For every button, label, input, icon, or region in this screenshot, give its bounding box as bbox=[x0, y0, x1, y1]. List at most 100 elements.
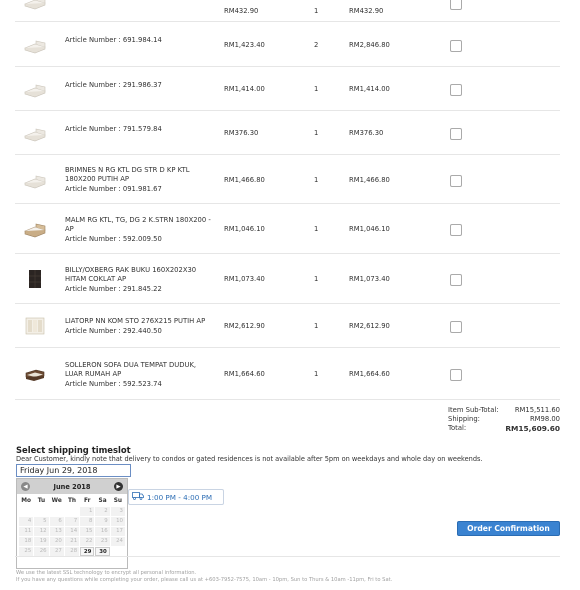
calendar-day: 13 bbox=[49, 527, 64, 536]
article-number: Article Number : 291.986.37 bbox=[65, 80, 162, 89]
article-number: Article Number : 791.579.84 bbox=[65, 124, 162, 133]
calendar-day: 9 bbox=[95, 517, 110, 526]
remove-item-checkbox[interactable] bbox=[450, 84, 462, 96]
line-total: RM432.90 bbox=[349, 7, 384, 15]
product-description: LIATORP NN KOM STO 276X215 PUTIH AP Artic… bbox=[65, 317, 220, 336]
product-thumbnail[interactable] bbox=[23, 0, 47, 11]
product-description: MALM RG KTL, TG, DG 2 K.STRN 180X200 - AP… bbox=[65, 216, 220, 244]
remove-item-checkbox[interactable] bbox=[450, 224, 462, 236]
calendar-empty-cell bbox=[65, 507, 79, 516]
cart-row: Article Number : 691.984.14 RM1,423.40 2 RM… bbox=[15, 22, 560, 67]
calendar-day: 8 bbox=[80, 517, 95, 526]
weekday-header: Mo bbox=[21, 498, 32, 504]
product-name-line: LUAR RUMAH AP bbox=[65, 369, 122, 378]
weekday-header: We bbox=[51, 498, 62, 504]
calendar-day: 1 bbox=[80, 507, 95, 516]
remove-item-checkbox[interactable] bbox=[450, 321, 462, 333]
order-summary: Item Sub-Total: RM15,511.60 Shipping: RM98… bbox=[448, 406, 560, 433]
unit-price: RM432.90 bbox=[224, 7, 259, 15]
quantity: 1 bbox=[314, 370, 319, 378]
total-label: Total: bbox=[448, 424, 467, 432]
quantity: 1 bbox=[314, 85, 319, 93]
product-description: SOLLERON SOFA DUA TEMPAT DUDUK, LUAR RUMA… bbox=[65, 361, 220, 389]
remove-item-checkbox[interactable] bbox=[450, 274, 462, 286]
product-thumbnail[interactable] bbox=[23, 79, 47, 99]
calendar-day: 14 bbox=[64, 527, 80, 536]
cart-row: BILLY/OXBERG RAK BUKU 160X202X30 HITAM CO… bbox=[15, 254, 560, 304]
quantity: 2 bbox=[314, 40, 319, 49]
calendar-empty-cell bbox=[111, 547, 125, 556]
calendar-day: 6 bbox=[49, 517, 64, 526]
product-description: BILLY/OXBERG RAK BUKU 160X202X30 HITAM CO… bbox=[65, 266, 220, 294]
line-total: RM1,073.40 bbox=[349, 275, 390, 283]
next-month-icon[interactable]: ▶ bbox=[114, 482, 123, 491]
line-total: RM376.30 bbox=[349, 129, 384, 137]
line-total: RM1,664.60 bbox=[349, 370, 390, 378]
footer-divider bbox=[15, 556, 560, 557]
calendar-day: 16 bbox=[95, 527, 110, 536]
calendar-day: 19 bbox=[34, 537, 49, 546]
product-thumbnail[interactable] bbox=[23, 170, 47, 190]
quantity: 1 bbox=[314, 7, 319, 15]
delivery-date-input[interactable]: Friday Jun 29, 2018 bbox=[16, 464, 131, 477]
unit-price: RM376.30 bbox=[224, 129, 259, 137]
order-confirmation-button[interactable]: Order Confirmation bbox=[457, 521, 560, 536]
remove-item-checkbox[interactable] bbox=[450, 174, 462, 187]
remove-item-checkbox[interactable] bbox=[450, 128, 462, 140]
line-total: RM1,414.00 bbox=[349, 85, 390, 93]
product-name-line: BILLY/OXBERG RAK BUKU 160X202X30 bbox=[65, 265, 197, 274]
calendar-day: 28 bbox=[64, 547, 80, 556]
quantity: 1 bbox=[314, 129, 319, 137]
calendar-grid: Mo Tu We Th Fr Sa Su 1 2 3 4 5 6 7 8 9 10 11 12 13 14 15 16 17 1… bbox=[17, 494, 127, 556]
product-description: BRIMNES N RG KTL DG STR D KP KTL 180X200 … bbox=[65, 166, 220, 194]
quantity: 1 bbox=[314, 275, 319, 283]
product-thumbnail[interactable] bbox=[23, 35, 47, 55]
unit-price: RM1,073.40 bbox=[224, 275, 265, 283]
line-total: RM2,846.80 bbox=[349, 40, 390, 49]
cart-row: Article Number : 791.579.84 RM376.30 1 RM37… bbox=[15, 111, 560, 155]
unit-price: RM1,466.80 bbox=[224, 175, 265, 184]
weekday-header: Su bbox=[113, 498, 122, 504]
quantity: 1 bbox=[314, 175, 319, 184]
calendar-day: 3 bbox=[110, 507, 125, 516]
unit-price: RM1,046.10 bbox=[224, 225, 265, 233]
calendar-day[interactable]: 30 bbox=[95, 547, 110, 556]
product-name-line: LIATORP NN KOM STO 276X215 PUTIH AP bbox=[65, 317, 206, 325]
product-thumbnail[interactable] bbox=[23, 364, 47, 384]
remove-item-checkbox[interactable] bbox=[450, 0, 462, 10]
product-name-line: HITAM COKLAT AP bbox=[65, 274, 127, 283]
product-description: Article Number : 691.984.14 bbox=[65, 36, 220, 45]
footer-ssl-note: We use the latest SSL technology to encr… bbox=[16, 570, 197, 576]
remove-item-checkbox[interactable] bbox=[450, 369, 462, 381]
cart-row: MALM RG KTL, TG, DG 2 K.STRN 180X200 - AP… bbox=[15, 204, 560, 254]
product-name-line: BRIMNES N RG KTL DG STR D KP KTL bbox=[65, 166, 190, 174]
calendar-day: 4 bbox=[19, 517, 34, 526]
weekday-header: Fr bbox=[84, 498, 91, 504]
product-thumbnail[interactable] bbox=[23, 316, 47, 336]
calendar-empty-cell bbox=[50, 507, 64, 516]
subtotal-value: RM15,511.60 bbox=[514, 406, 560, 414]
product-thumbnail[interactable] bbox=[23, 269, 47, 289]
unit-price: RM1,664.60 bbox=[224, 370, 265, 378]
subtotal-label: Item Sub-Total: bbox=[448, 406, 499, 414]
calendar-header: ◀ June 2018 ▶ bbox=[17, 479, 127, 494]
line-total: RM1,046.10 bbox=[349, 225, 390, 233]
cart-row: LIATORP NN KOM STO 276X215 PUTIH AP Artic… bbox=[15, 304, 560, 348]
calendar-day[interactable]: 29 bbox=[80, 547, 95, 556]
calendar-day: 21 bbox=[64, 537, 80, 546]
product-thumbnail[interactable] bbox=[23, 219, 47, 239]
timeslot-button[interactable]: 1:00 PM - 4:00 PM bbox=[128, 489, 224, 505]
article-number: Article Number : 091.981.67 bbox=[65, 185, 162, 193]
product-name-line: AP bbox=[65, 224, 74, 233]
product-description: Article Number : 291.986.37 bbox=[65, 81, 220, 90]
cart-row: Article Number : 291.986.37 RM1,414.00 1 RM… bbox=[15, 67, 560, 111]
weekday-header: Sa bbox=[98, 498, 107, 504]
calendar-empty-cell bbox=[34, 507, 48, 516]
timeslot-label: 1:00 PM - 4:00 PM bbox=[147, 492, 213, 502]
calendar-day: 17 bbox=[110, 527, 125, 536]
article-number: Article Number : 592.523.74 bbox=[65, 379, 162, 388]
product-thumbnail[interactable] bbox=[23, 123, 47, 143]
prev-month-icon[interactable]: ◀ bbox=[21, 482, 30, 491]
remove-item-checkbox[interactable] bbox=[450, 39, 462, 52]
calendar-day: 26 bbox=[34, 547, 49, 556]
